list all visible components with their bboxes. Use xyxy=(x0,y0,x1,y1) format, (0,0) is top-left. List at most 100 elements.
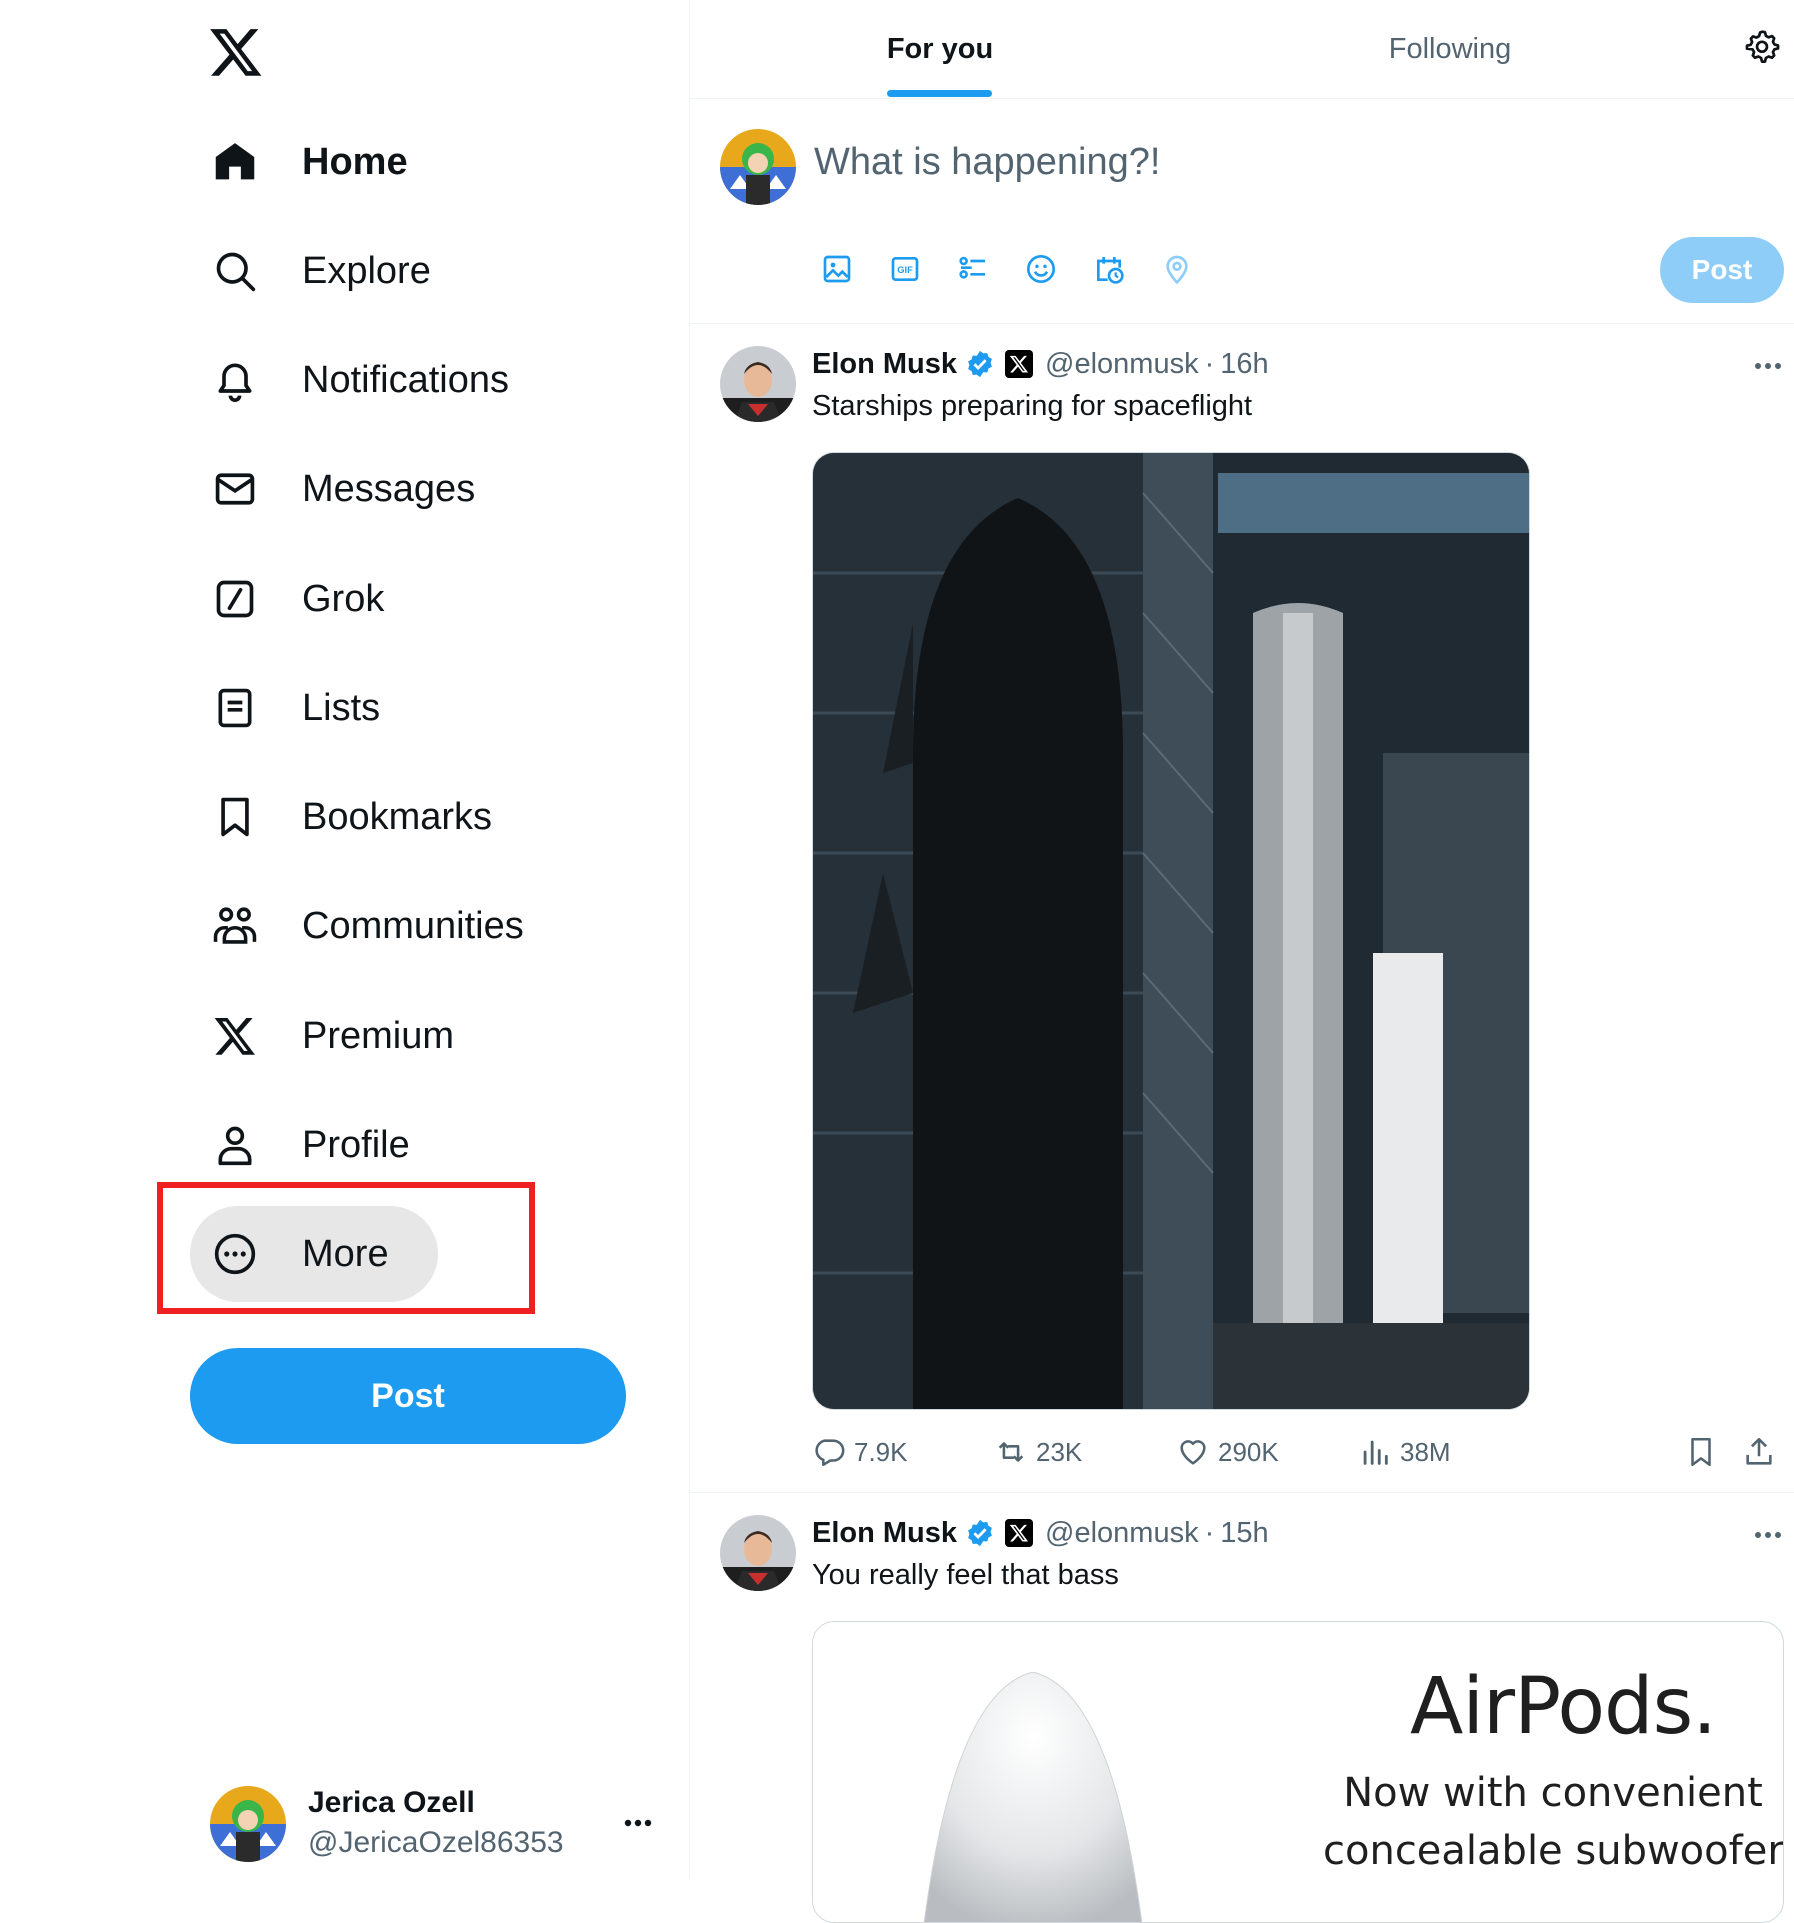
tab-following[interactable]: Following xyxy=(1190,0,1710,98)
author-name[interactable]: Elon Musk xyxy=(812,348,957,381)
home-icon xyxy=(210,137,260,187)
verified-badge-icon xyxy=(968,1519,992,1547)
nav-label: Grok xyxy=(302,577,385,620)
affiliate-x-badge-icon xyxy=(1005,350,1034,378)
avatar[interactable] xyxy=(720,346,796,422)
active-tab-indicator xyxy=(887,90,992,97)
verified-badge-icon xyxy=(968,350,992,378)
schedule-icon[interactable] xyxy=(1086,249,1132,289)
share-icon xyxy=(1746,1437,1772,1465)
tweet-actions: 7.9K 23K 290K 38M xyxy=(812,1430,1780,1474)
share-button[interactable] xyxy=(1742,1430,1784,1474)
tweet-header: Elon Musk @elonmusk · 15h xyxy=(812,1513,1269,1553)
x-logo-icon xyxy=(210,1011,260,1061)
nav-label: Notifications xyxy=(302,358,509,401)
communities-icon xyxy=(210,901,260,951)
post-composer: What is happening?! GIF Post xyxy=(690,99,1794,324)
more-dots-icon[interactable] xyxy=(618,1808,658,1838)
nav-label: Messages xyxy=(302,467,476,510)
ad-line-1: Now with convenient xyxy=(1343,1770,1763,1816)
author-name[interactable]: Elon Musk xyxy=(812,1517,957,1550)
x-logo-icon[interactable] xyxy=(208,24,264,80)
affiliate-x-badge-icon xyxy=(1005,1519,1034,1547)
location-icon[interactable] xyxy=(1154,249,1200,289)
reply-count: 7.9K xyxy=(854,1436,908,1467)
nav-communities[interactable]: Communities xyxy=(190,881,524,971)
person-icon xyxy=(210,1120,260,1170)
envelope-icon xyxy=(210,464,260,514)
nav-label: Bookmarks xyxy=(302,795,493,838)
reply-icon xyxy=(815,1439,845,1467)
subwoofer-shape xyxy=(923,1672,1143,1922)
nav-label: Lists xyxy=(302,686,381,729)
emoji-icon[interactable] xyxy=(1018,249,1064,289)
nav-lists[interactable]: Lists xyxy=(190,663,380,753)
author-handle[interactable]: @elonmusk xyxy=(1045,1517,1199,1550)
poll-icon[interactable] xyxy=(950,249,996,289)
composer-toolbar: GIF xyxy=(814,249,1200,289)
bookmark-icon xyxy=(210,792,260,842)
ad-line-2: concealable subwoofer. xyxy=(1323,1828,1784,1874)
nav-label: Profile xyxy=(302,1123,410,1166)
gif-icon[interactable]: GIF xyxy=(882,249,928,289)
image-icon[interactable] xyxy=(814,249,860,289)
tweet-text: You really feel that bass xyxy=(812,1559,1119,1591)
separator-dot: · xyxy=(1204,1516,1215,1549)
like-button[interactable]: 290K xyxy=(1176,1430,1279,1474)
nav-label: Communities xyxy=(302,904,524,947)
composer-post-button[interactable]: Post xyxy=(1660,237,1784,303)
nav-profile[interactable]: Profile xyxy=(190,1100,410,1190)
nav-messages[interactable]: Messages xyxy=(190,444,475,534)
tweet[interactable]: Elon Musk @elonmusk · 15h You really fee… xyxy=(690,1493,1794,1923)
tweet-image-starships[interactable] xyxy=(812,452,1530,1410)
main-timeline: For you Following What is happening?! GI… xyxy=(689,0,1794,1923)
search-icon xyxy=(210,246,260,296)
ad-title: AirPods. xyxy=(1409,1662,1717,1752)
views-chart-icon xyxy=(1363,1440,1388,1465)
timestamp[interactable]: 16h xyxy=(1220,348,1268,381)
avatar xyxy=(210,1786,286,1862)
more-dots-icon[interactable] xyxy=(1750,1525,1786,1545)
author-handle[interactable]: @elonmusk xyxy=(1045,348,1199,381)
nav-home[interactable]: Home xyxy=(190,117,408,207)
timestamp[interactable]: 15h xyxy=(1220,1517,1268,1550)
left-sidebar: Home Explore Notifications Messages Grok… xyxy=(0,0,689,1878)
nav-premium[interactable]: Premium xyxy=(190,991,454,1081)
sidebar-post-button[interactable]: Post xyxy=(190,1348,626,1444)
views-button[interactable]: 38M xyxy=(1358,1430,1451,1474)
nav-label: Home xyxy=(302,140,408,183)
nav-notifications[interactable]: Notifications xyxy=(190,335,509,425)
repost-count: 23K xyxy=(1036,1436,1083,1467)
avatar[interactable] xyxy=(720,1515,796,1591)
like-count: 290K xyxy=(1218,1436,1279,1467)
repost-button[interactable]: 23K xyxy=(994,1430,1082,1474)
heart-icon xyxy=(1180,1440,1206,1465)
highlight-annotation-box xyxy=(157,1182,535,1314)
account-name: Jerica Ozell xyxy=(308,1786,475,1819)
reply-button[interactable]: 7.9K xyxy=(812,1430,908,1474)
timeline-tabs: For you Following xyxy=(690,0,1794,99)
repost-icon xyxy=(998,1442,1024,1462)
tab-for-you[interactable]: For you xyxy=(690,0,1190,98)
more-dots-icon[interactable] xyxy=(1750,356,1786,376)
nav-grok[interactable]: Grok xyxy=(190,554,384,644)
account-switcher[interactable]: Jerica Ozell @JericaOzel86353 xyxy=(210,1786,670,1862)
nav-label: Explore xyxy=(302,249,431,292)
nav-explore[interactable]: Explore xyxy=(190,226,431,316)
avatar[interactable] xyxy=(720,129,796,205)
bell-icon xyxy=(210,355,260,405)
account-handle: @JericaOzel86353 xyxy=(308,1826,564,1859)
list-icon xyxy=(210,683,260,733)
views-count: 38M xyxy=(1400,1436,1451,1467)
bookmark-icon xyxy=(1691,1437,1711,1467)
bookmark-button[interactable] xyxy=(1684,1430,1726,1474)
tab-label: For you xyxy=(886,32,994,65)
nav-label: Premium xyxy=(302,1014,455,1057)
tweet-header: Elon Musk @elonmusk · 16h xyxy=(812,344,1269,384)
composer-input[interactable]: What is happening?! xyxy=(814,141,1160,184)
tweet[interactable]: Elon Musk @elonmusk · 16h Starships prep… xyxy=(690,324,1794,1493)
tab-label: Following xyxy=(1388,32,1512,65)
gear-icon[interactable] xyxy=(1744,28,1780,64)
nav-bookmarks[interactable]: Bookmarks xyxy=(190,772,492,862)
svg-text:GIF: GIF xyxy=(897,265,913,275)
